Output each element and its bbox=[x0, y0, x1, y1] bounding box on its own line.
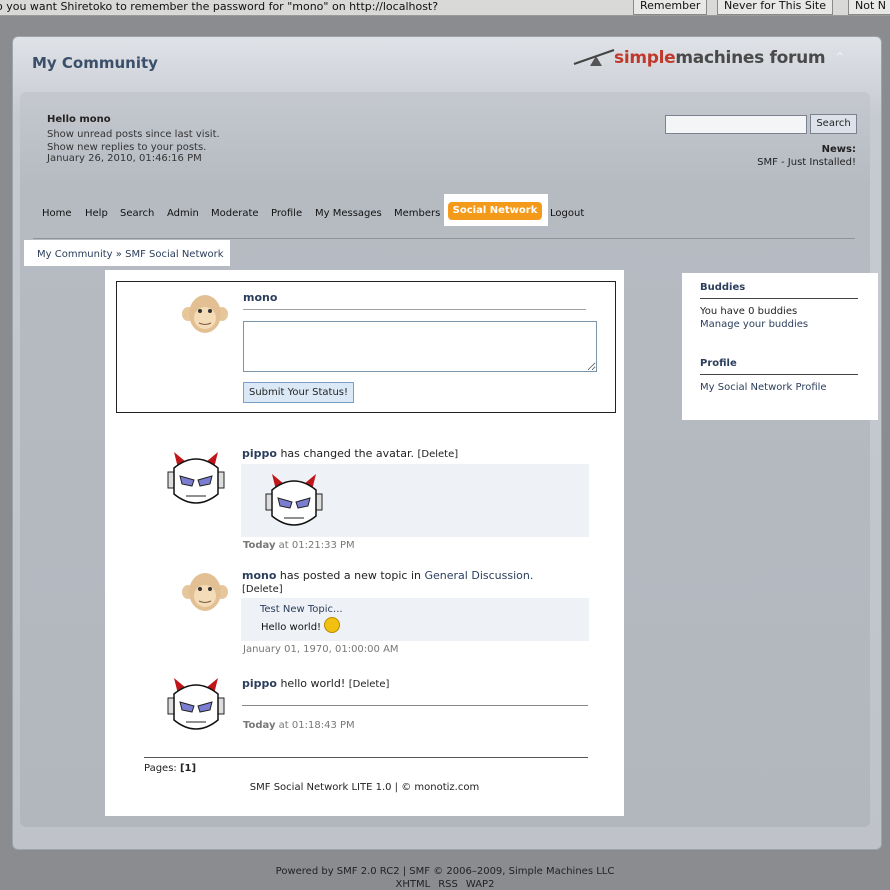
menu-profile[interactable]: Profile bbox=[271, 208, 302, 219]
menu-help[interactable]: Help bbox=[85, 208, 108, 219]
logo-text: simplemachines forum bbox=[614, 48, 826, 68]
search-input[interactable] bbox=[665, 115, 807, 134]
feed-timestamp: Today at 01:21:33 PM bbox=[243, 540, 355, 551]
feed-divider bbox=[242, 705, 588, 706]
smf-logo-icon bbox=[573, 49, 615, 66]
remember-password-button[interactable]: Remember bbox=[633, 0, 708, 15]
profile-heading: Profile bbox=[700, 358, 737, 369]
feed-item-title: mono has posted a new topic in General D… bbox=[242, 569, 534, 582]
not-now-button[interactable]: Not N bbox=[848, 0, 890, 15]
buddies-divider bbox=[700, 298, 858, 299]
plugin-credit: SMF Social Network LITE 1.0 | © monotiz.… bbox=[249, 782, 480, 793]
feed-user-link[interactable]: mono bbox=[242, 569, 276, 582]
feed-timestamp: January 01, 1970, 01:00:00 AM bbox=[243, 644, 399, 655]
smiley-icon bbox=[324, 617, 340, 633]
menu-my-messages[interactable]: My Messages bbox=[315, 208, 382, 219]
status-username[interactable]: mono bbox=[243, 291, 277, 304]
user-greeting: Hello mono bbox=[47, 114, 111, 125]
smf-logo: simplemachines forum bbox=[572, 44, 826, 72]
password-bar: o you want Shiretoko to remember the pas… bbox=[0, 0, 890, 16]
delete-link[interactable]: [Delete] bbox=[417, 449, 458, 460]
status-textarea[interactable] bbox=[243, 321, 597, 372]
feed-item-title: pippo hello world! [Delete] bbox=[242, 677, 390, 690]
feed-item-title: pippo has changed the avatar. [Delete] bbox=[242, 447, 459, 460]
devil-avatar-preview-icon bbox=[265, 474, 323, 526]
manage-buddies-link[interactable]: Manage your buddies bbox=[700, 319, 808, 330]
menu-search[interactable]: Search bbox=[120, 208, 154, 219]
feed-timestamp: Today at 01:18:43 PM bbox=[243, 720, 355, 731]
profile-divider bbox=[700, 374, 858, 375]
wap2-link[interactable]: WAP2 bbox=[466, 879, 495, 890]
validator-links: XHTML RSS WAP2 bbox=[0, 879, 890, 890]
post-title-link[interactable]: Test New Topic... bbox=[260, 604, 343, 615]
delete-link[interactable]: [Delete] bbox=[242, 582, 283, 595]
delete-link[interactable]: [Delete] bbox=[349, 679, 390, 690]
board-link[interactable]: General Discussion. bbox=[425, 569, 534, 582]
pagination: Pages: [1] bbox=[144, 763, 197, 774]
devil-avatar-icon bbox=[167, 452, 225, 504]
current-date: January 26, 2010, 01:46:16 PM bbox=[47, 153, 202, 164]
sidebar-panel bbox=[682, 273, 878, 420]
breadcrumb-current[interactable]: SMF Social Network bbox=[125, 249, 224, 260]
menu-home[interactable]: Home bbox=[42, 208, 72, 219]
feed-user-link[interactable]: pippo bbox=[242, 677, 277, 690]
menu-admin[interactable]: Admin bbox=[167, 208, 199, 219]
menu-members[interactable]: Members bbox=[394, 208, 440, 219]
devil-avatar-icon bbox=[167, 678, 225, 730]
monkey-avatar-icon bbox=[182, 573, 228, 611]
menu-moderate[interactable]: Moderate bbox=[211, 208, 259, 219]
unread-posts-link[interactable]: Show unread posts since last visit. bbox=[47, 129, 220, 140]
submit-status-button[interactable]: Submit Your Status! bbox=[243, 382, 354, 403]
monkey-avatar-icon bbox=[182, 295, 228, 333]
new-replies-link[interactable]: Show new replies to your posts. bbox=[47, 142, 206, 153]
search-button[interactable]: Search bbox=[810, 114, 857, 134]
xhtml-link[interactable]: XHTML bbox=[396, 879, 431, 890]
breadcrumb: My Community » SMF Social Network bbox=[24, 240, 230, 266]
password-bar-message: o you want Shiretoko to remember the pas… bbox=[0, 0, 439, 13]
menu-social-network[interactable]: Social Network bbox=[448, 202, 542, 220]
buddies-count: You have 0 buddies bbox=[700, 306, 798, 317]
site-title[interactable]: My Community bbox=[32, 54, 158, 72]
status-divider bbox=[243, 309, 586, 310]
buddies-heading: Buddies bbox=[700, 282, 746, 293]
chevron-up-icon[interactable]: ⌃ bbox=[834, 50, 846, 66]
menu-logout[interactable]: Logout bbox=[550, 208, 584, 219]
feed-user-link[interactable]: pippo bbox=[242, 447, 277, 460]
page-1-link[interactable]: [1] bbox=[180, 763, 196, 774]
pages-divider bbox=[144, 757, 588, 758]
breadcrumb-home[interactable]: My Community bbox=[37, 249, 113, 260]
rss-link[interactable]: RSS bbox=[438, 879, 458, 890]
post-body: Hello world! bbox=[261, 622, 322, 633]
social-profile-link[interactable]: My Social Network Profile bbox=[700, 382, 827, 393]
news-text: SMF - Just Installed! bbox=[757, 157, 856, 168]
powered-by[interactable]: Powered by SMF 2.0 RC2 | SMF © 2006–2009… bbox=[0, 866, 890, 877]
menu-divider bbox=[33, 238, 855, 239]
breadcrumb-separator: » bbox=[112, 249, 126, 260]
never-for-site-button[interactable]: Never for This Site bbox=[717, 0, 834, 15]
news-label: News: bbox=[821, 144, 856, 155]
